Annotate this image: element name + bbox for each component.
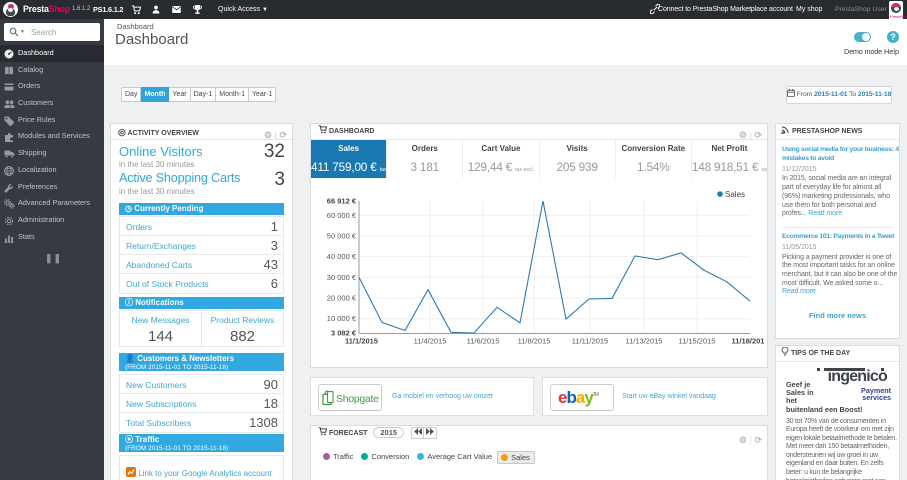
svg-text:30 000 €: 30 000 € — [327, 273, 357, 282]
svg-text:11/4/2015: 11/4/2015 — [414, 337, 447, 346]
svg-text:11/1/2015: 11/1/2015 — [345, 337, 378, 346]
svg-text:11/8/2015: 11/8/2015 — [518, 337, 551, 346]
svg-text:40 000 €: 40 000 € — [327, 252, 357, 261]
svg-text:20 000 €: 20 000 € — [327, 294, 357, 303]
svg-text:50 000 €: 50 000 € — [327, 232, 357, 241]
svg-text:11/13/2015: 11/13/2015 — [626, 337, 663, 346]
svg-text:11/6/2015: 11/6/2015 — [467, 337, 500, 346]
svg-text:11/18/201: 11/18/201 — [732, 337, 765, 346]
svg-text:60 000 €: 60 000 € — [327, 211, 357, 220]
svg-text:66 912 €: 66 912 € — [327, 197, 357, 206]
svg-text:10 000 €: 10 000 € — [327, 314, 357, 323]
svg-text:11/15/2015: 11/15/2015 — [679, 337, 716, 346]
svg-text:11/11/2015: 11/11/2015 — [572, 337, 608, 346]
svg-text:Sales: Sales — [725, 190, 745, 199]
